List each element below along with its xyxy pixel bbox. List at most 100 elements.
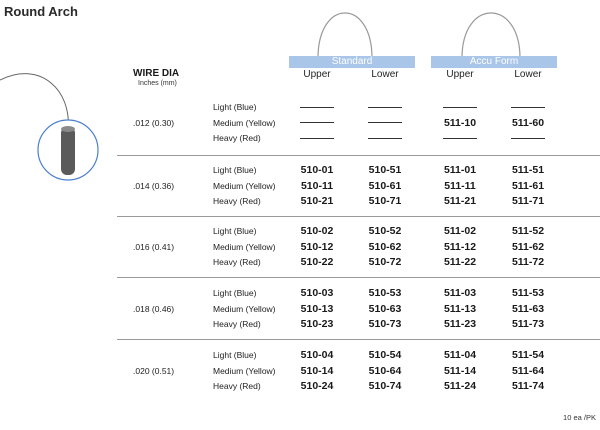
part-number: 510-02: [300, 225, 334, 237]
part-number: 510-13: [300, 302, 334, 315]
force-weight-label: Light (Blue): [213, 165, 257, 175]
not-available-dash: [287, 131, 347, 147]
force-weight-label: Medium (Yellow): [213, 365, 276, 376]
group-header-accuform: Accu Form: [431, 56, 557, 68]
wire-dia-value: .018 (0.46): [133, 303, 175, 314]
part-number: 511-73: [511, 318, 545, 330]
dash-line: [511, 106, 545, 108]
force-weight-label: Medium (Yellow): [213, 180, 276, 191]
part-number: 510-72: [368, 256, 402, 268]
wire-dia-value: .020 (0.51): [133, 365, 175, 376]
force-weight-label: Heavy (Red): [213, 381, 261, 391]
part-number: 511-21: [443, 195, 477, 207]
part-number: 510-64: [368, 364, 402, 377]
wire-dia-value: .012 (0.30): [133, 117, 175, 128]
part-number: 510-24: [300, 380, 334, 392]
wire-dia-value: .014 (0.36): [133, 180, 175, 191]
dash-line: [300, 122, 334, 124]
row-separator: [117, 339, 600, 340]
part-number: 511-14: [443, 364, 477, 377]
force-weight-label: Light (Blue): [213, 226, 257, 236]
wire-dia-value: .016 (0.41): [133, 241, 175, 252]
part-number: 511-11: [444, 179, 476, 192]
force-weight-label: Heavy (Red): [213, 257, 261, 267]
dash-line: [511, 137, 545, 139]
part-number: 511-53: [511, 287, 545, 299]
row-separator: [117, 155, 600, 156]
not-available-dash: [430, 131, 490, 147]
accuform-arch-icon: [461, 12, 521, 59]
part-number: 511-22: [443, 256, 477, 268]
force-weight-label: Heavy (Red): [213, 319, 261, 329]
part-number: 510-63: [368, 302, 402, 315]
col-standard-lower: Lower: [371, 69, 399, 80]
round-wire-icon: [37, 119, 99, 181]
part-number: 510-53: [368, 287, 402, 299]
part-number: 510-71: [368, 195, 402, 207]
not-available-dash: [430, 100, 490, 116]
part-number: 511-74: [511, 380, 545, 392]
not-available-dash: [498, 100, 558, 116]
part-number: 511-61: [511, 179, 545, 192]
part-number: 510-04: [300, 349, 334, 361]
part-number: 511-52: [511, 225, 545, 237]
pack-size-note: 10 ea /PK: [563, 413, 596, 422]
part-number: 511-02: [443, 225, 477, 237]
not-available-dash: [355, 100, 415, 116]
part-number: 511-63: [511, 302, 545, 315]
part-number: 511-71: [511, 195, 545, 207]
not-available-dash: [287, 116, 347, 132]
force-weight-label: Light (Blue): [213, 350, 257, 360]
group-label-standard: Standard: [331, 56, 373, 67]
not-available-dash: [287, 100, 347, 116]
part-number: 510-73: [368, 318, 402, 330]
dash-line: [368, 137, 402, 139]
dash-line: [300, 137, 334, 139]
part-number: 510-03: [300, 287, 334, 299]
part-number: 511-51: [511, 164, 545, 176]
part-number: 510-21: [300, 195, 334, 207]
dash-line: [300, 106, 334, 108]
part-number: 510-54: [368, 349, 402, 361]
wire-dia-label: WIRE DIA: [133, 68, 180, 79]
not-available-dash: [355, 131, 415, 147]
part-number: 510-23: [300, 318, 334, 330]
part-number: 510-51: [368, 164, 402, 176]
force-weight-label: Medium (Yellow): [213, 117, 276, 128]
part-number: 511-03: [443, 287, 477, 299]
not-available-dash: [498, 131, 558, 147]
product-page: Round Arch Standard Accu Form Upper Lowe…: [0, 0, 600, 430]
part-number: 511-23: [443, 318, 477, 330]
force-weight-label: Heavy (Red): [213, 133, 261, 143]
part-number: 511-64: [511, 364, 545, 377]
part-number: 510-52: [368, 225, 402, 237]
row-separator: [117, 277, 600, 278]
col-standard-upper: Upper: [303, 69, 331, 80]
part-number: 511-62: [511, 240, 545, 253]
part-number: 510-74: [368, 380, 402, 392]
force-weight-label: Light (Blue): [213, 102, 257, 112]
part-number: 510-14: [300, 364, 334, 377]
part-number: 511-60: [511, 116, 545, 129]
part-number: 511-04: [443, 349, 477, 361]
part-number: 511-10: [443, 116, 477, 129]
part-number: 511-24: [443, 380, 477, 392]
part-number: 511-12: [443, 240, 477, 253]
force-weight-label: Medium (Yellow): [213, 241, 276, 252]
dash-line: [368, 106, 402, 108]
not-available-dash: [355, 116, 415, 132]
col-accuform-lower: Lower: [514, 69, 542, 80]
part-number: 510-11: [300, 179, 334, 192]
part-number: 511-72: [511, 256, 545, 268]
part-number: 510-61: [368, 179, 402, 192]
dash-line: [443, 106, 477, 108]
force-weight-label: Heavy (Red): [213, 196, 261, 206]
part-number: 510-22: [300, 256, 334, 268]
part-number: 510-01: [300, 164, 334, 176]
standard-arch-icon: [317, 12, 373, 59]
force-weight-label: Light (Blue): [213, 288, 257, 298]
part-number: 511-01: [443, 164, 477, 176]
row-separator: [117, 216, 600, 217]
wire-dia-unit: Inches (mm): [138, 80, 177, 87]
force-weight-label: Medium (Yellow): [213, 303, 276, 314]
